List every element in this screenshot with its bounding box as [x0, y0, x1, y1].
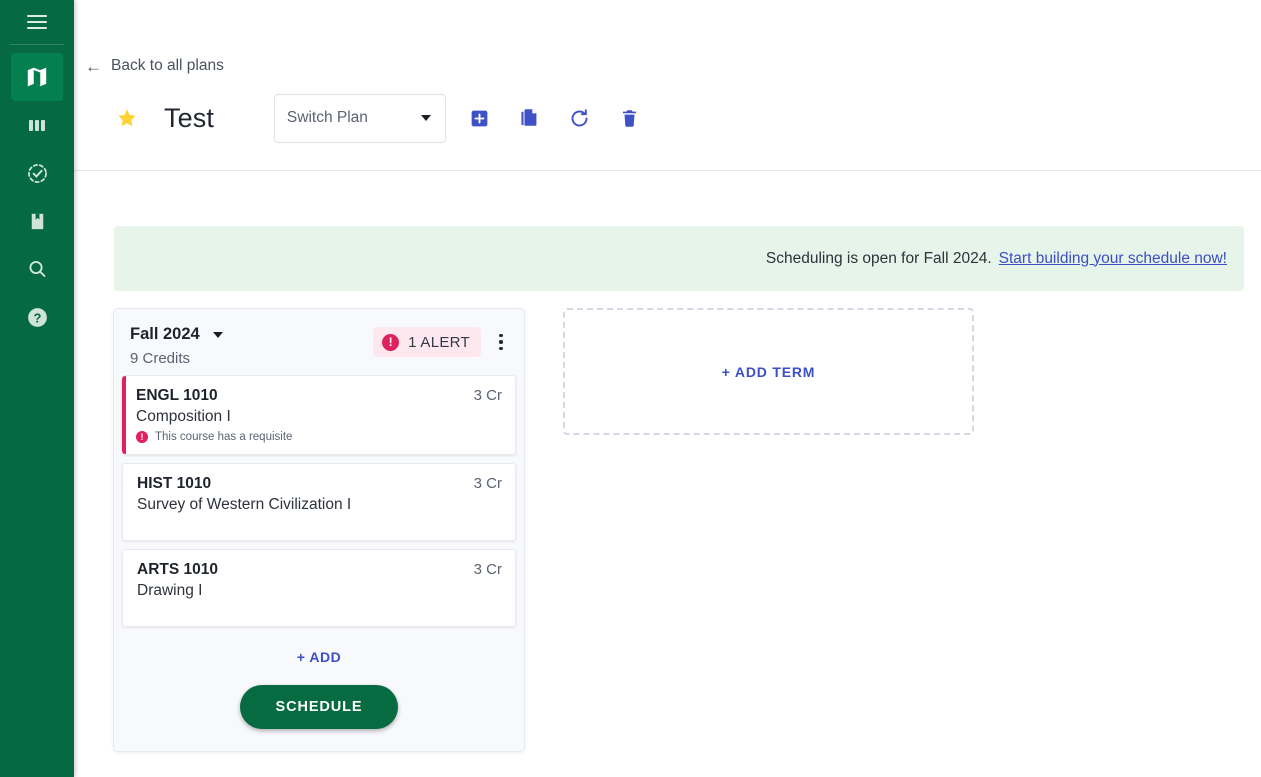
course-title: Drawing I	[137, 582, 502, 600]
sidebar-item-catalog[interactable]	[11, 197, 63, 245]
sidebar-item-plans[interactable]	[11, 53, 63, 101]
switch-plan-select[interactable]: Switch Plan	[274, 94, 446, 143]
course-title: Composition I	[136, 408, 502, 426]
course-card-top: ARTS 1010 3 Cr	[137, 561, 502, 579]
check-circle-dashed-icon	[25, 161, 50, 186]
course-code: ENGL 1010	[136, 387, 218, 405]
copy-plan-button[interactable]	[518, 106, 542, 130]
course-code: ARTS 1010	[137, 561, 218, 579]
term-header-actions: ! 1 ALERT	[373, 327, 512, 357]
plan-content: Scheduling is open for Fall 2024. Start …	[74, 171, 1261, 777]
switch-plan-label: Switch Plan	[287, 109, 368, 127]
add-course-button[interactable]: + ADD	[114, 649, 524, 665]
sidebar-item-help[interactable]: ?	[11, 293, 63, 341]
term-kebab-menu-icon[interactable]	[490, 329, 512, 355]
course-credits: 3 Cr	[474, 561, 502, 578]
plan-title-row: Test Switch Plan	[74, 93, 642, 143]
map-icon	[24, 64, 50, 90]
add-term-button[interactable]: + ADD TERM	[563, 308, 974, 435]
add-plan-button[interactable]	[468, 106, 492, 130]
scheduling-banner: Scheduling is open for Fall 2024. Start …	[114, 226, 1244, 291]
back-link-label: Back to all plans	[111, 57, 224, 75]
menu-hamburger-button[interactable]	[0, 0, 74, 44]
plan-actions-toolbar	[468, 106, 642, 130]
add-term-label: + ADD TERM	[722, 364, 815, 380]
alert-exclamation-icon: !	[136, 431, 148, 443]
course-list: ENGL 1010 3 Cr Composition I ! This cour…	[114, 375, 524, 627]
search-icon	[25, 257, 49, 281]
term-credits: 9 Credits	[130, 350, 223, 367]
term-name-row[interactable]: Fall 2024	[130, 325, 223, 344]
main-area: ← Back to all plans Test Switch Plan	[74, 0, 1261, 777]
course-card-top: ENGL 1010 3 Cr	[136, 387, 502, 405]
sidebar-nav: ?	[0, 45, 74, 341]
bookmark-book-icon	[26, 210, 49, 233]
star-filled-icon[interactable]	[116, 107, 138, 129]
banner-text: Scheduling is open for Fall 2024.	[766, 250, 992, 268]
columns-icon	[25, 113, 49, 137]
hamburger-icon	[27, 11, 47, 33]
term-card: Fall 2024 9 Credits ! 1 ALERT	[113, 308, 525, 752]
page-title: Test	[164, 103, 214, 134]
refresh-plan-button[interactable]	[568, 106, 592, 130]
course-card[interactable]: HIST 1010 3 Cr Survey of Western Civiliz…	[122, 463, 516, 541]
sidebar-item-progress[interactable]	[11, 101, 63, 149]
back-to-all-plans-link[interactable]: ← Back to all plans	[85, 57, 224, 75]
course-card[interactable]: ENGL 1010 3 Cr Composition I ! This cour…	[122, 375, 516, 455]
app-sidebar: ?	[0, 0, 74, 777]
course-card-top: HIST 1010 3 Cr	[137, 475, 502, 493]
sidebar-item-tasks[interactable]	[11, 149, 63, 197]
course-credits: 3 Cr	[474, 475, 502, 492]
course-alert-note: ! This course has a requisite	[136, 431, 502, 443]
term-card-header: Fall 2024 9 Credits ! 1 ALERT	[114, 309, 524, 375]
start-building-schedule-link[interactable]: Start building your schedule now!	[999, 250, 1227, 268]
question-circle-icon: ?	[25, 305, 50, 330]
arrow-left-icon: ←	[85, 58, 102, 75]
course-credits: 3 Cr	[474, 387, 502, 404]
delete-plan-button[interactable]	[618, 106, 642, 130]
alert-badge[interactable]: ! 1 ALERT	[373, 327, 481, 357]
alert-count-label: 1 ALERT	[408, 334, 470, 351]
schedule-button[interactable]: SCHEDULE	[240, 685, 399, 729]
svg-text:?: ?	[33, 310, 41, 325]
term-name: Fall 2024	[130, 325, 200, 344]
alert-exclamation-icon: !	[382, 334, 399, 351]
sidebar-item-search[interactable]	[11, 245, 63, 293]
course-title: Survey of Western Civilization I	[137, 496, 502, 514]
course-alert-text: This course has a requisite	[155, 431, 292, 443]
plan-header: ← Back to all plans Test Switch Plan	[74, 0, 1261, 171]
schedule-button-wrap: SCHEDULE	[114, 685, 524, 729]
chevron-down-icon	[421, 115, 431, 121]
course-card[interactable]: ARTS 1010 3 Cr Drawing I	[122, 549, 516, 627]
course-code: HIST 1010	[137, 475, 211, 493]
chevron-down-icon	[213, 332, 223, 338]
